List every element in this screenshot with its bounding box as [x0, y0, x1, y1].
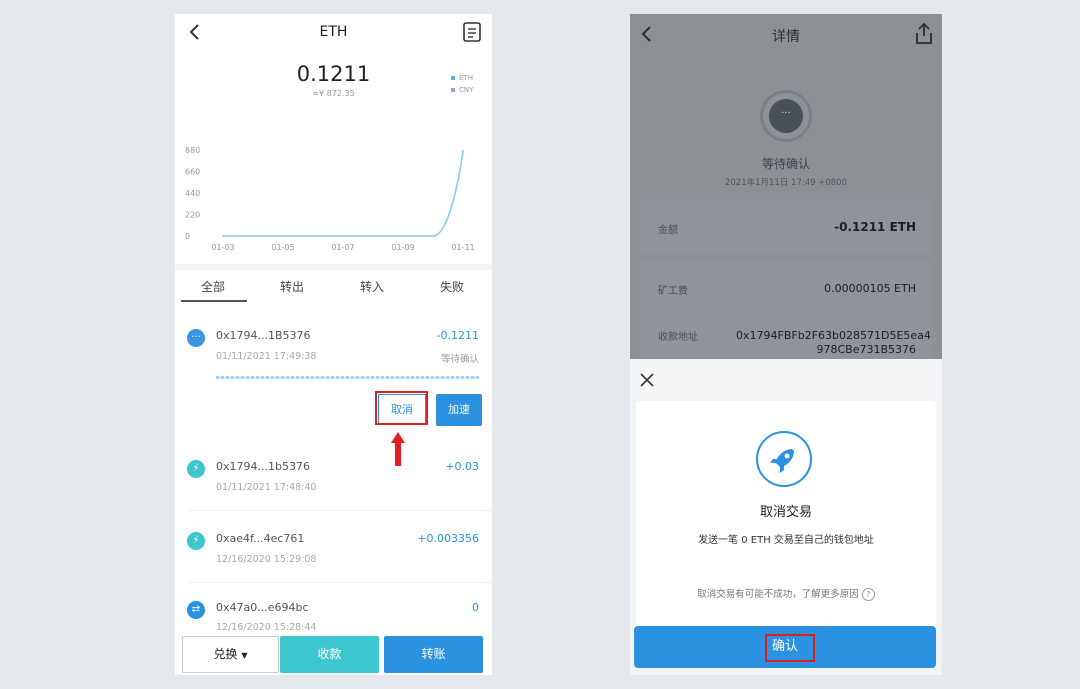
learn-more-link[interactable]: 取消交易有可能不成功，了解更多原因? — [636, 586, 936, 601]
row-value-address[interactable]: 0x1794FBFb2F63b028571D5E5ea4 978CBe731B5… — [736, 329, 931, 357]
balance-amount: 0.1211 — [296, 62, 371, 86]
chart-legend: ETH CNY — [451, 72, 473, 96]
legend-item-eth[interactable]: ETH — [451, 72, 473, 84]
wallet-screen: ETH 0.1211 ≈¥ 872.35 ETH CNY 880 660 440 22… — [175, 14, 492, 675]
x-tick-label: 01-07 — [331, 243, 354, 252]
list-item[interactable]: ⚡ 0x1794...1b5376 01/11/2021 17:48:40 +0… — [175, 452, 492, 512]
tx-time: 01/11/2021 17:48:40 — [216, 482, 317, 493]
tx-time: 12/16/2020 15:29:08 — [216, 554, 317, 565]
x-tick-label: 01-05 — [271, 243, 294, 252]
row-label: 金额 — [658, 225, 678, 236]
sheet-description: 发送一笔 0 ETH 交易至自己的钱包地址 — [698, 535, 874, 546]
legend-item-cny[interactable]: CNY — [451, 84, 473, 96]
y-tick-label: 660 — [185, 168, 200, 177]
tab-failed[interactable]: 失败 — [422, 278, 482, 295]
detail-card: 矿工费 0.00000105 ETH 收款地址 0x1794FBFb2F63b0… — [640, 262, 932, 359]
row-value: 0.00000105 ETH — [824, 282, 916, 295]
tx-hash: 0x47a0...e694bc — [216, 601, 309, 614]
pending-progress-bar — [216, 376, 479, 379]
tx-time: 2021年1月11日 17:49 +0800 — [724, 178, 847, 188]
data-point — [222, 235, 224, 237]
page-title: 详情 — [772, 29, 800, 45]
detail-overlay[interactable]: 详情 ··· 等待确认 2021年1月11日 17:49 +0800 金额 -0… — [630, 14, 942, 359]
tx-status: 等待确认 — [761, 157, 810, 171]
x-tick-label: 01-11 — [451, 243, 474, 252]
tx-hash: 0x1794...1B5376 — [216, 329, 311, 342]
data-point — [282, 235, 284, 237]
tab-all[interactable]: 全部 — [183, 278, 243, 295]
balance-fiat: ≈¥ 872.35 — [312, 89, 355, 98]
chart-svg: 880 660 440 220 0 01-03 01-05 01-07 01-09 01-11 — [185, 146, 475, 252]
data-point — [432, 235, 434, 237]
tx-amount: 0 — [472, 601, 479, 614]
confirm-button[interactable]: 确认 — [634, 626, 936, 668]
y-tick-label: 440 — [185, 189, 200, 198]
tx-filter-tabs: 全部 转出 转入 失败 — [175, 264, 492, 319]
swap-icon: ⇄ — [187, 601, 205, 619]
tab-underline — [181, 300, 247, 302]
tx-hash: 0x1794...1b5376 — [216, 460, 310, 473]
tab-outgoing[interactable]: 转出 — [262, 278, 322, 295]
lightning-icon: ⚡ — [187, 460, 205, 478]
swap-button[interactable]: 兑换 ▼ — [182, 636, 279, 673]
tx-amount: +0.03 — [445, 460, 479, 473]
y-tick-label: 880 — [185, 146, 200, 155]
page-title: ETH — [319, 24, 348, 40]
tx-time: 01/11/2021 17:49:38 — [216, 351, 317, 362]
send-button[interactable]: 转账 — [384, 636, 483, 673]
x-tick-label: 01-09 — [391, 243, 414, 252]
legend-dot-icon — [451, 88, 455, 92]
row-label: 收款地址 — [658, 332, 698, 343]
tx-hash: 0xae4f...4ec761 — [216, 532, 305, 545]
cancel-tx-sheet: 取消交易 发送一笔 0 ETH 交易至自己的钱包地址 取消交易有可能不成功，了解… — [630, 359, 942, 675]
list-item[interactable]: ··· 0x1794...1B5376 01/11/2021 17:49:38 … — [175, 312, 492, 466]
pending-icon: ··· — [769, 99, 803, 133]
share-icon[interactable] — [914, 22, 934, 46]
caret-down-icon: ▼ — [241, 651, 248, 660]
tab-incoming[interactable]: 转入 — [342, 278, 402, 295]
bottom-action-bar: 兑换 ▼ 收款 转账 — [175, 632, 492, 675]
highlight-box — [375, 391, 428, 425]
detail-screen: 详情 ··· 等待确认 2021年1月11日 17:49 +0800 金额 -0… — [630, 14, 942, 675]
detail-row-amount: 金额 -0.1211 ETH — [640, 201, 932, 253]
document-icon[interactable] — [463, 22, 481, 42]
list-item[interactable]: ⇄ 0x47a0...e694bc 12/16/2020 15:28:44 0 — [175, 595, 492, 635]
row-label: 矿工费 — [658, 286, 688, 297]
data-point — [462, 149, 464, 152]
tx-amount: -0.1211 — [436, 329, 479, 342]
data-point — [312, 235, 314, 237]
list-item[interactable]: ⚡ 0xae4f...4ec761 12/16/2020 15:29:08 +0… — [175, 524, 492, 584]
balance-chart: 880 660 440 220 0 01-03 01-05 01-07 01-09 01-11 — [175, 124, 492, 264]
help-icon[interactable]: ? — [861, 588, 875, 601]
legend-dot-icon — [451, 76, 455, 80]
y-tick-label: 0 — [185, 232, 190, 241]
transaction-list: ··· 0x1794...1B5376 01/11/2021 17:49:38 … — [175, 312, 492, 635]
sheet-card: 取消交易 发送一笔 0 ETH 交易至自己的钱包地址 取消交易有可能不成功，了解… — [636, 401, 936, 629]
row-value: -0.1211 ETH — [834, 220, 916, 234]
receive-button[interactable]: 收款 — [280, 636, 379, 673]
data-point — [402, 235, 404, 237]
close-icon[interactable] — [640, 373, 654, 387]
data-point — [252, 235, 254, 237]
rocket-icon — [756, 431, 812, 487]
highlight-box — [765, 634, 815, 662]
tx-amount: +0.003356 — [417, 532, 479, 545]
x-tick-label: 01-03 — [211, 243, 234, 252]
series-line — [223, 150, 464, 237]
data-point — [372, 235, 374, 237]
speed-up-button[interactable]: 加速 — [436, 394, 482, 426]
pending-icon: ··· — [187, 329, 205, 347]
data-point — [342, 235, 344, 237]
sheet-title: 取消交易 — [759, 505, 812, 520]
status-circle: ··· — [760, 90, 812, 142]
tx-status: 等待确认 — [440, 354, 479, 365]
wallet-header: ETH 0.1211 ≈¥ 872.35 ETH CNY — [175, 14, 492, 124]
y-tick-label: 220 — [185, 211, 200, 220]
lightning-icon: ⚡ — [187, 532, 205, 550]
divider — [189, 582, 492, 583]
